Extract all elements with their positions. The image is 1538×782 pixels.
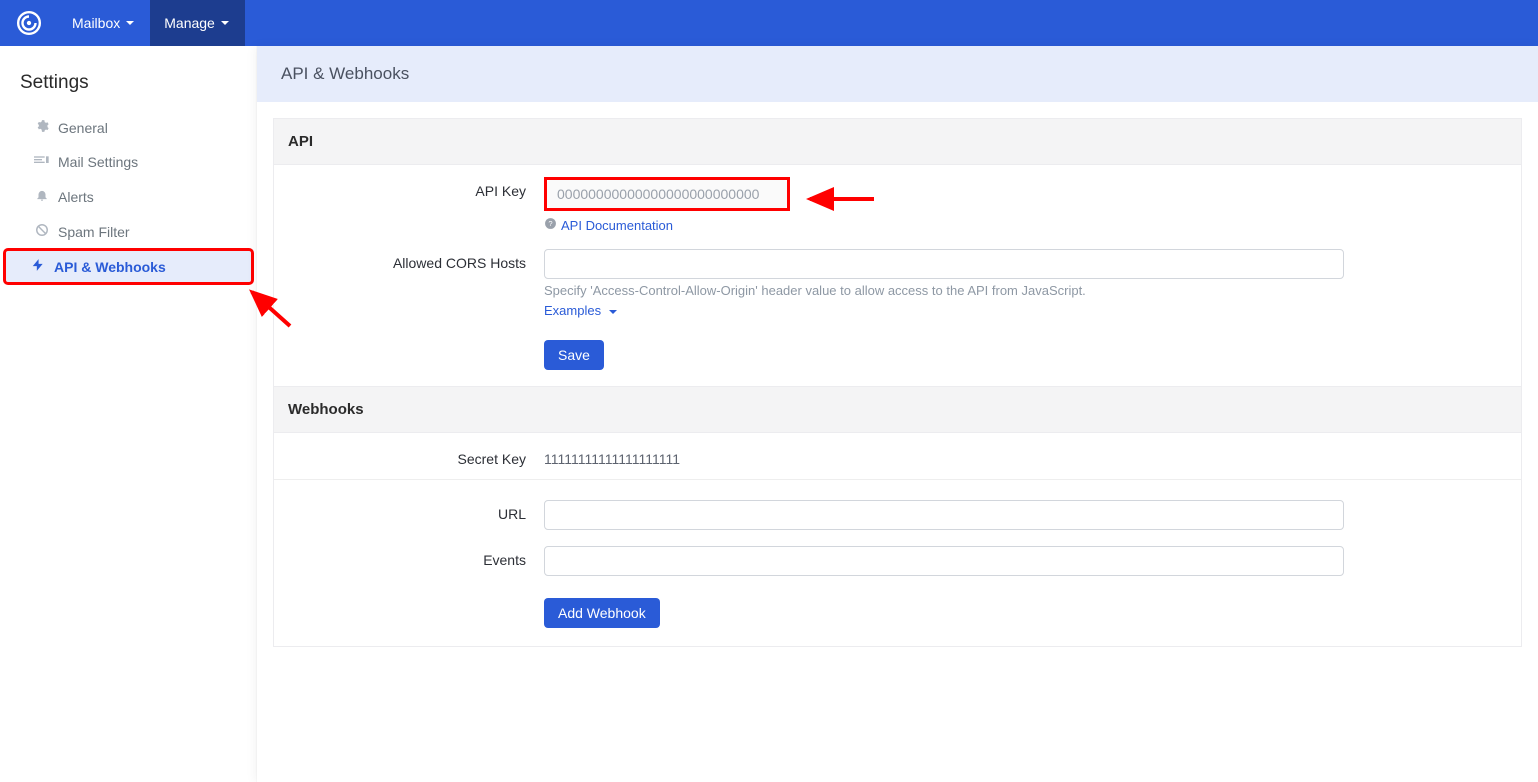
svg-text:?: ? xyxy=(548,219,552,228)
settings-sidebar: Settings General Mail Settings Alerts Sp… xyxy=(0,46,257,782)
sidebar-item-label: Spam Filter xyxy=(58,224,130,240)
page-title: API & Webhooks xyxy=(257,46,1538,102)
app-logo[interactable] xyxy=(0,0,58,46)
sidebar-item-label: API & Webhooks xyxy=(54,259,166,275)
nav-manage-label: Manage xyxy=(164,15,215,31)
add-webhook-button[interactable]: Add Webhook xyxy=(544,598,660,628)
sidebar-item-alerts[interactable]: Alerts xyxy=(8,179,249,214)
chevron-down-icon xyxy=(126,21,134,25)
sidebar-title: Settings xyxy=(0,64,257,110)
api-section-title: API xyxy=(273,118,1522,165)
bell-icon xyxy=(30,188,54,205)
secret-key-label: Secret Key xyxy=(288,445,544,467)
secret-key-value: 11111111111111111111 xyxy=(544,445,1344,467)
ban-icon xyxy=(30,223,54,240)
cors-help-text: Specify 'Access-Control-Allow-Origin' he… xyxy=(544,283,1344,298)
nav-mailbox[interactable]: Mailbox xyxy=(58,0,150,46)
sidebar-item-label: Mail Settings xyxy=(58,154,138,170)
sidebar-item-api-webhooks[interactable]: API & Webhooks xyxy=(4,249,253,284)
events-label: Events xyxy=(288,546,544,576)
sidebar-item-mail-settings[interactable]: Mail Settings xyxy=(8,145,249,179)
chevron-down-icon xyxy=(221,21,229,25)
nav-manage[interactable]: Manage xyxy=(150,0,245,46)
api-key-value xyxy=(547,180,787,208)
content-area: API & Webhooks API API Key ? AP xyxy=(257,46,1538,782)
sidebar-item-general[interactable]: General xyxy=(8,110,249,145)
chevron-down-icon xyxy=(609,310,617,314)
examples-link[interactable]: Examples xyxy=(544,303,617,318)
webhook-events-input[interactable] xyxy=(544,546,1344,576)
api-key-label: API Key xyxy=(288,177,544,233)
sidebar-item-label: Alerts xyxy=(58,189,94,205)
cors-label: Allowed CORS Hosts xyxy=(288,249,544,318)
nav-mailbox-label: Mailbox xyxy=(72,15,120,31)
url-label: URL xyxy=(288,500,544,530)
sidebar-item-spam-filter[interactable]: Spam Filter xyxy=(8,214,249,249)
webhooks-section-title: Webhooks xyxy=(273,387,1522,433)
help-icon: ? xyxy=(544,217,557,233)
top-navbar: Mailbox Manage xyxy=(0,0,1538,46)
cors-hosts-input[interactable] xyxy=(544,249,1344,279)
mail-settings-icon xyxy=(30,154,54,170)
save-button[interactable]: Save xyxy=(544,340,604,370)
api-documentation-link[interactable]: API Documentation xyxy=(561,218,673,233)
api-key-highlight-box xyxy=(544,177,790,211)
examples-link-label: Examples xyxy=(544,303,601,318)
sidebar-item-label: General xyxy=(58,120,108,136)
gear-icon xyxy=(30,119,54,136)
bolt-icon xyxy=(26,258,50,275)
webhook-url-input[interactable] xyxy=(544,500,1344,530)
api-panel: API API Key ? API Documentation xyxy=(273,118,1522,647)
